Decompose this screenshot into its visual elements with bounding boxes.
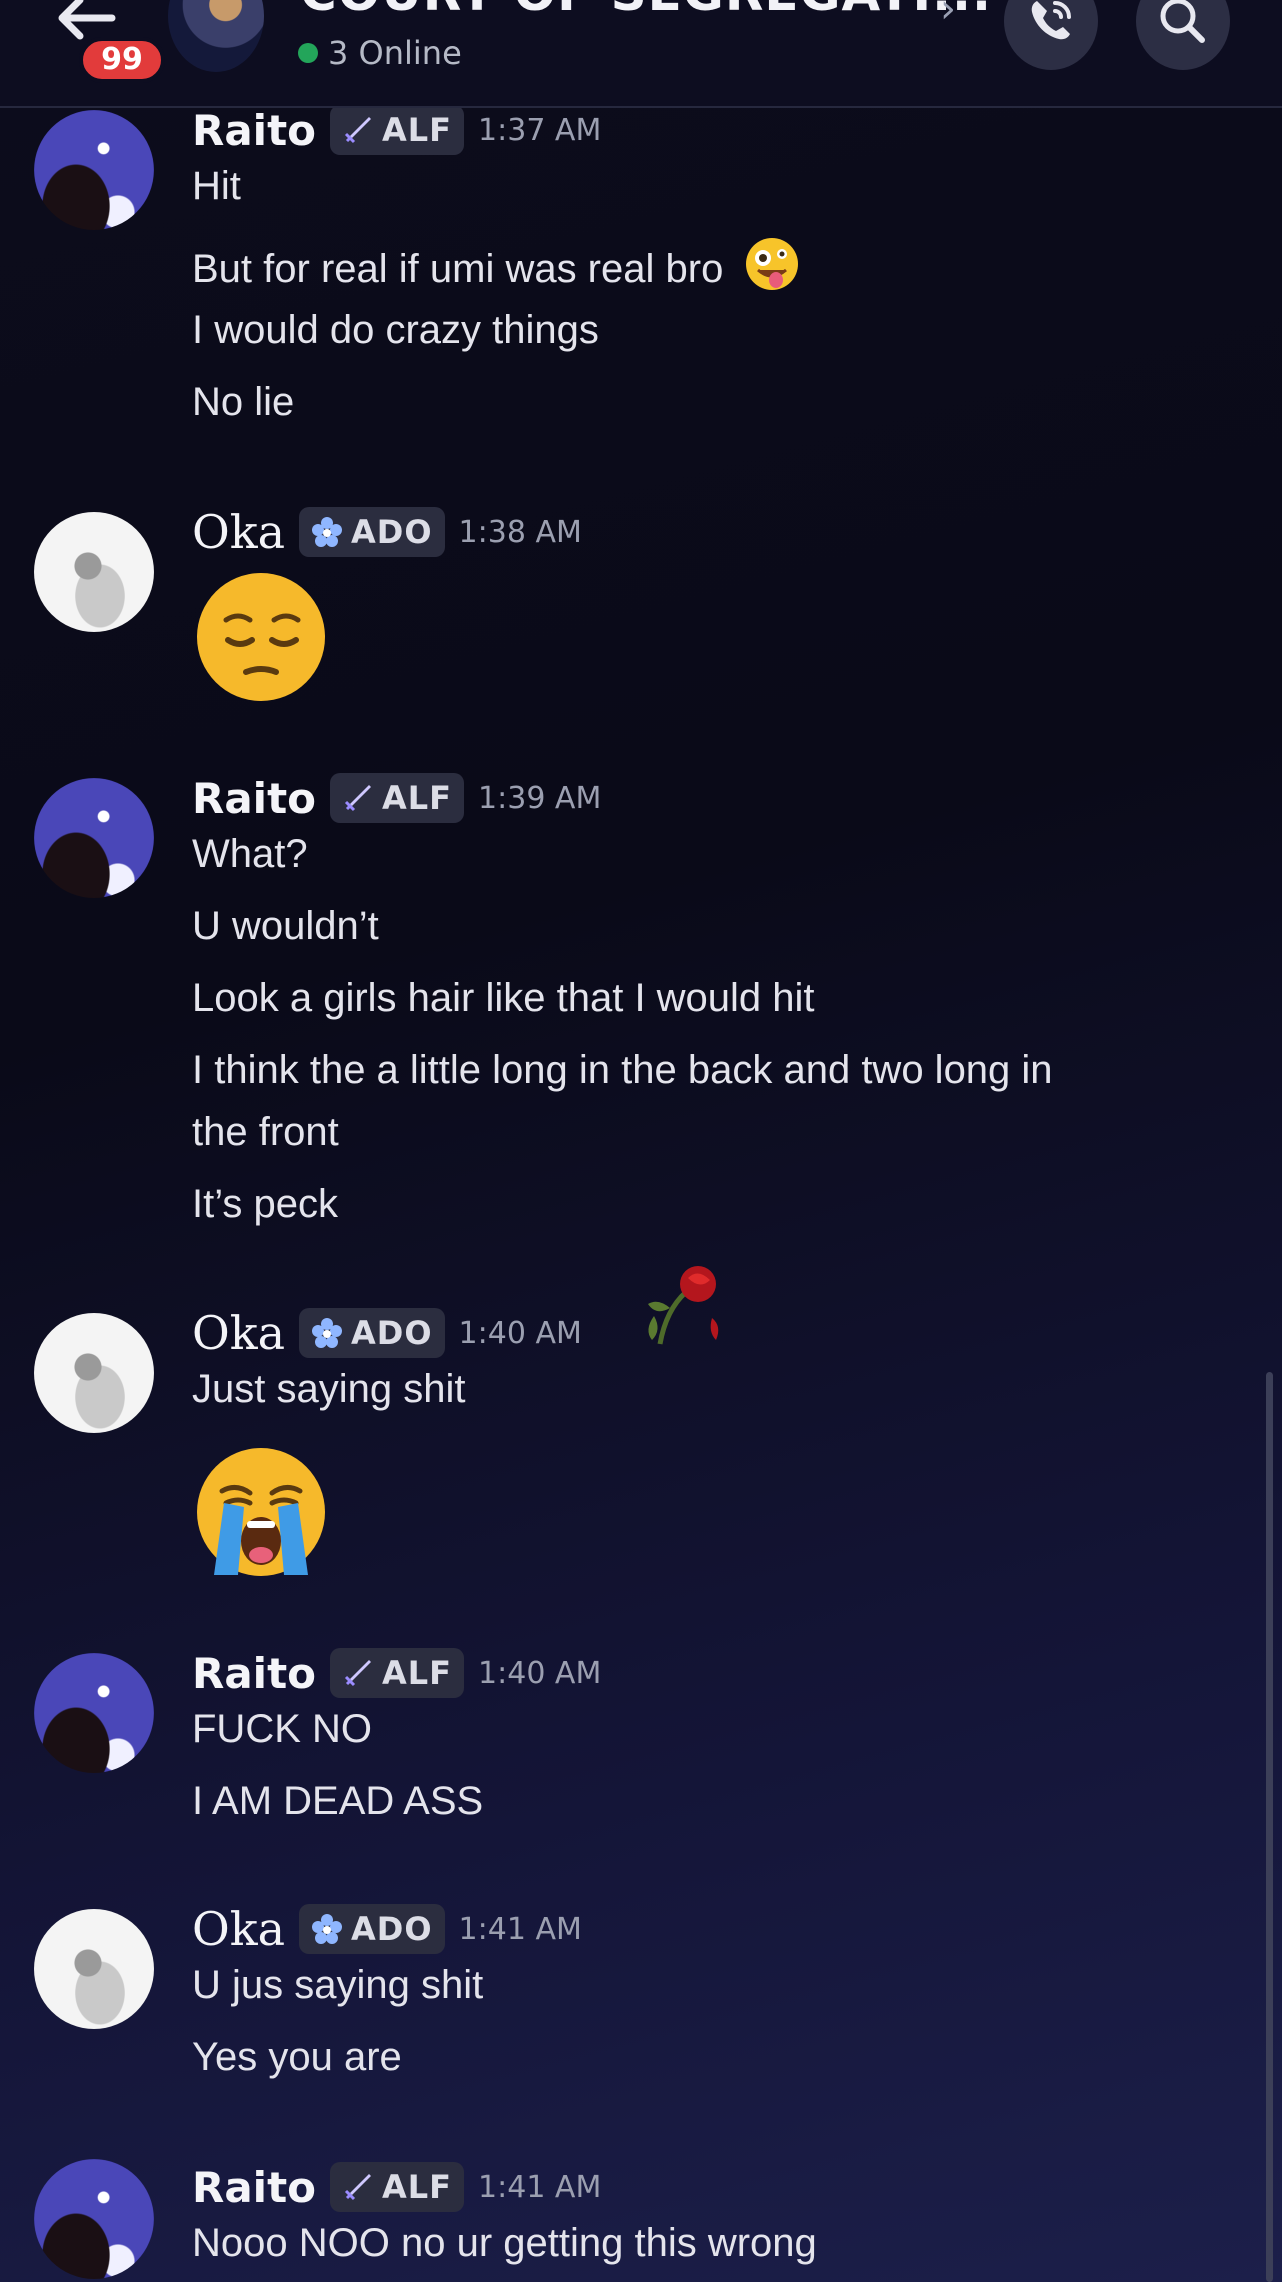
sword-icon [344,785,372,812]
timestamp: 1:40 AM [458,1315,582,1351]
timestamp: 1:41 AM [458,1911,582,1947]
message-text: Hit [192,164,241,208]
call-button[interactable] [1004,0,1098,70]
message-text: It’s peck [192,1182,338,1226]
role-tag-label: ADO [351,1910,433,1948]
role-tag-label: ADO [351,513,433,551]
search-icon [1160,0,1205,43]
online-count: 3 Online [328,34,462,72]
loudly-crying-face-icon [197,1448,325,1576]
message-text: No lie [192,380,295,424]
role-tag-label: ALF [382,779,453,817]
sword-icon [344,1660,372,1687]
sword-icon [344,2174,372,2201]
username[interactable]: Oka [192,1306,285,1360]
timestamp: 1:40 AM [478,1655,602,1691]
role-tag[interactable]: ALF [330,1648,465,1698]
role-tag[interactable]: ALF [330,773,465,823]
role-tag[interactable]: ADO [299,507,445,557]
timestamp: 1:37 AM [478,112,602,148]
username[interactable]: Oka [192,505,285,559]
avatar[interactable] [34,110,154,230]
message-text: I AM DEAD ASS [192,1779,484,1823]
avatar[interactable] [34,1909,154,2029]
zany-face-icon [746,238,799,290]
channel-header: 99 COURT OF SEGREGATI... › 3 Online [0,0,1282,108]
server-avatar[interactable] [168,0,264,72]
flower-icon [312,1318,343,1348]
unread-badge: 99 [79,37,165,83]
username[interactable]: Oka [192,1902,285,1956]
channel-title[interactable]: COURT OF SEGREGATI... [300,0,992,22]
phone-icon [1031,1,1071,40]
message-text: FUCK NO [192,1707,372,1751]
message-text: What? [192,832,308,876]
scrollbar[interactable] [1266,1372,1273,2282]
message-text: the front [192,1110,339,1154]
relieved-face-icon [197,573,325,701]
role-tag[interactable]: ALF [330,105,465,155]
role-tag-label: ALF [382,2168,453,2206]
username[interactable]: Raito [192,106,316,155]
role-tag-label: ALF [382,111,453,149]
search-button[interactable] [1136,0,1230,70]
role-tag-label: ALF [382,1654,453,1692]
username[interactable]: Raito [192,774,316,823]
flower-icon [312,1914,343,1944]
chevron-right-icon[interactable]: › [940,0,956,32]
avatar[interactable] [34,2159,154,2279]
message-text-content: But for real if umi was real bro [192,247,724,291]
avatar[interactable] [34,512,154,632]
role-tag[interactable]: ADO [299,1904,445,1954]
message-text: Just saying shit [192,1367,466,1411]
username[interactable]: Raito [192,2163,316,2212]
sword-icon [344,117,372,144]
role-tag-label: ADO [351,1314,433,1352]
message-text: I would do crazy things [192,308,599,352]
avatar[interactable] [34,778,154,898]
online-status: 3 Online [298,34,462,72]
message-text: Look a girls hair like that I would hit [192,976,815,1020]
online-dot-icon [298,43,318,63]
username[interactable]: Raito [192,1649,316,1698]
message-text: But for real if umi was real bro [192,236,800,292]
message-text: Yes you are [192,2035,402,2079]
flower-icon [312,517,343,547]
avatar[interactable] [34,1653,154,1773]
role-tag[interactable]: ALF [330,2162,465,2212]
wilted-rose-icon [648,1266,719,1345]
avatar[interactable] [34,1313,154,1433]
timestamp: 1:41 AM [478,2169,602,2205]
message-text: I think the a little long in the back an… [192,1048,1053,1092]
role-tag[interactable]: ADO [299,1308,445,1358]
timestamp: 1:39 AM [478,780,602,816]
message-text: U jus saying shit [192,1963,484,2007]
timestamp: 1:38 AM [458,514,582,550]
message-text: U wouldn’t [192,904,379,948]
message-text: Nooo NOO no ur getting this wrong [192,2221,817,2265]
